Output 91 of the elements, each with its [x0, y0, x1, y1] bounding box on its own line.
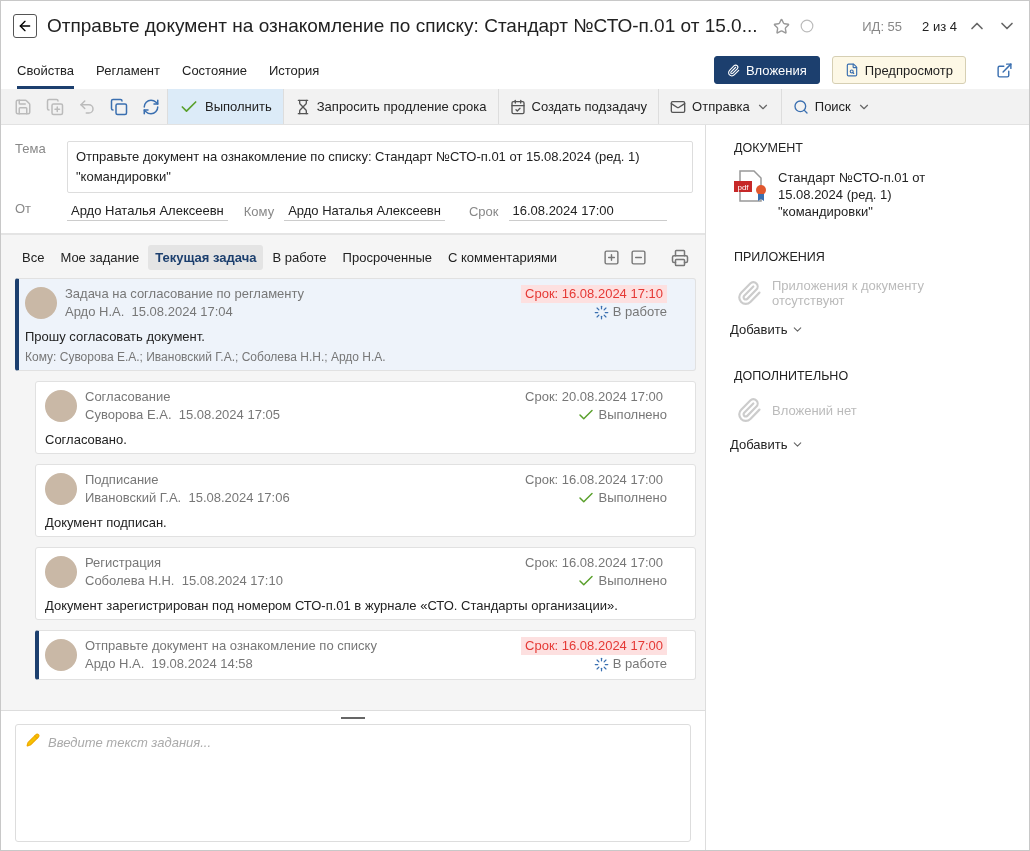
external-link-icon[interactable]	[996, 61, 1013, 79]
subject-field[interactable]: Отправьте документ на ознакомление по списку: Стандарт №СТО-п.01 от 15.08.2024 (ред. 1) "командировки"	[67, 141, 693, 193]
avatar	[45, 473, 77, 505]
task-status: В работе	[612, 303, 667, 321]
subject-label: Тема	[15, 141, 47, 158]
preview-button[interactable]: Предпросмотр	[831, 56, 966, 84]
expand-all-icon[interactable]	[603, 249, 620, 266]
collapse-all-icon[interactable]	[630, 249, 647, 266]
toolbar-button[interactable]: Создать подзадачу	[497, 89, 659, 124]
task-card[interactable]: Подписание Ивановский Г.А. 15.08.2024 17:06 Срок: 16.08.2024 17:00 Выполнено Документ подписан.	[35, 464, 696, 537]
task-deadline: Срок: 20.08.2024 17:00	[524, 388, 664, 406]
print-icon[interactable]	[671, 248, 689, 267]
avatar	[45, 556, 77, 588]
pencil-icon	[26, 733, 40, 747]
copy-icon	[110, 97, 128, 116]
section-heading: ДОПОЛНИТЕЛЬНО	[734, 369, 850, 383]
paperclip-icon	[736, 397, 762, 423]
document-link[interactable]: Стандарт №СТО-п.01 от 15.08.2024 (ред. 1) "командировки"	[778, 169, 968, 220]
section-heading: ДОКУМЕНТ	[734, 141, 803, 155]
task-comment: Согласовано.	[45, 432, 128, 447]
back-button[interactable]	[13, 14, 37, 38]
filter-tab[interactable]: Просроченные	[335, 245, 439, 270]
filter-tab[interactable]: Все	[15, 245, 52, 270]
to-label: Кому	[243, 203, 275, 219]
from-field[interactable]: Ардо Наталья Алексеевн	[67, 201, 228, 221]
task-author-date: Соболева Н.Н. 15.08.2024 17:10	[85, 572, 284, 590]
task-author-date: Ардо Н.А. 15.08.2024 17:04	[65, 303, 234, 321]
toolbar-button[interactable]: Выполнить	[167, 89, 283, 124]
task-recipients: Кому: Суворова Е.А.; Ивановский Г.А.; Соболева Н.Н.; Ардо Н.А.	[25, 350, 387, 364]
from-label: От	[15, 201, 33, 218]
task-title: Отправьте документ на ознакомление по списку	[85, 637, 378, 655]
task-title: Регистрация	[85, 554, 162, 572]
task-comment: Документ подписан.	[45, 515, 168, 530]
task-card[interactable]: Задача на согласование по регламенту Ардо Н.А. 15.08.2024 17:04 Срок: 16.08.2024 17:10 В работе Прошу согласовать документ. Кому: Суворова Е.А.; Ивановский Г.А.; Соболева Н.Н.; Ардо Н.А.	[15, 278, 696, 371]
task-comment: Прошу согласовать документ.	[25, 329, 206, 344]
task-author-date: Ивановский Г.А. 15.08.2024 17:06	[85, 489, 291, 507]
task-title: Согласование	[85, 388, 172, 406]
toolbar-button[interactable]: Отправка	[658, 89, 781, 124]
window-title: Отправьте документ на ознакомление по списку: Стандарт №СТО-п.01 от 15.0...	[47, 14, 758, 38]
paperclip-icon	[736, 280, 762, 306]
paperclip-icon	[726, 63, 740, 77]
task-deadline: Срок: 16.08.2024 17:00	[521, 637, 667, 655]
task-deadline: Срок: 16.08.2024 17:10	[521, 285, 667, 303]
id-label: ИД: 55	[862, 18, 903, 34]
filter-tab[interactable]: В работе	[265, 245, 334, 270]
filter-tab[interactable]: Мое задание	[53, 245, 147, 270]
task-card[interactable]: Согласование Суворова Е.А. 15.08.2024 17:05 Срок: 20.08.2024 17:00 Выполнено Согласовано.	[35, 381, 696, 454]
avatar	[45, 390, 77, 422]
empty-message: Приложения к документу отсутствуют	[772, 278, 925, 308]
splitter-handle[interactable]	[341, 717, 365, 719]
search-icon	[792, 98, 809, 115]
task-card[interactable]: Регистрация Соболева Н.Н. 15.08.2024 17:10 Срок: 16.08.2024 17:00 Выполнено Документ зарегистрирован под номером СТО-п.01 в журнале «СТО. Стандарты организации».	[35, 547, 696, 620]
save-icon	[14, 97, 32, 116]
task-text-field[interactable]: Введите текст задания...	[15, 724, 691, 842]
refresh-icon	[142, 97, 160, 116]
calendar-icon	[509, 98, 526, 115]
add-copy-icon	[46, 97, 64, 116]
section-heading: ПРИЛОЖЕНИЯ	[734, 250, 826, 264]
task-status: Выполнено	[598, 572, 667, 590]
task-deadline: Срок: 16.08.2024 17:00	[524, 554, 664, 572]
add-button[interactable]: Добавить	[730, 437, 805, 452]
deadline-field[interactable]: 16.08.2024 17:00	[508, 201, 667, 221]
task-title: Подписание	[85, 471, 160, 489]
add-button[interactable]: Добавить	[730, 322, 805, 337]
tab[interactable]: Состояние	[182, 51, 247, 89]
file-search-icon	[844, 63, 859, 77]
task-deadline: Срок: 16.08.2024 17:00	[524, 471, 664, 489]
task-author-date: Суворова Е.А. 15.08.2024 17:05	[85, 406, 281, 424]
record-position: 2 из 4	[922, 18, 957, 34]
to-field[interactable]: Ардо Наталья Алексеевн	[284, 201, 445, 221]
empty-message: Вложений нет	[772, 402, 858, 418]
task-title: Задача на согласование по регламенту	[65, 285, 306, 303]
avatar	[25, 287, 57, 319]
task-status: В работе	[612, 655, 667, 673]
attachments-button[interactable]: Вложения	[713, 56, 820, 84]
task-comment: Документ зарегистрирован под номером СТО-п.01 в журнале «СТО. Стандарты организации».	[45, 598, 619, 613]
tab[interactable]: История	[268, 51, 320, 89]
undo-icon	[78, 97, 96, 116]
toolbar-button[interactable]: Запросить продление срока	[282, 89, 498, 124]
filter-tab[interactable]: Текущая задача	[148, 245, 264, 270]
avatar	[45, 639, 77, 671]
task-status: Выполнено	[598, 489, 667, 507]
task-author-date: Ардо Н.А. 19.08.2024 14:58	[85, 655, 254, 673]
star-icon[interactable]	[773, 17, 791, 35]
tab[interactable]: Регламент	[96, 51, 160, 89]
envelope-icon	[670, 98, 687, 115]
toolbar-button[interactable]: Поиск	[780, 89, 882, 124]
deadline-label: Срок	[468, 203, 499, 219]
task-status: Выполнено	[598, 406, 667, 424]
task-card[interactable]: Отправьте документ на ознакомление по списку Ардо Н.А. 19.08.2024 14:58 Срок: 16.08.2024 17:00 В работе	[35, 630, 696, 680]
filter-tab[interactable]: С комментариями	[441, 245, 565, 270]
